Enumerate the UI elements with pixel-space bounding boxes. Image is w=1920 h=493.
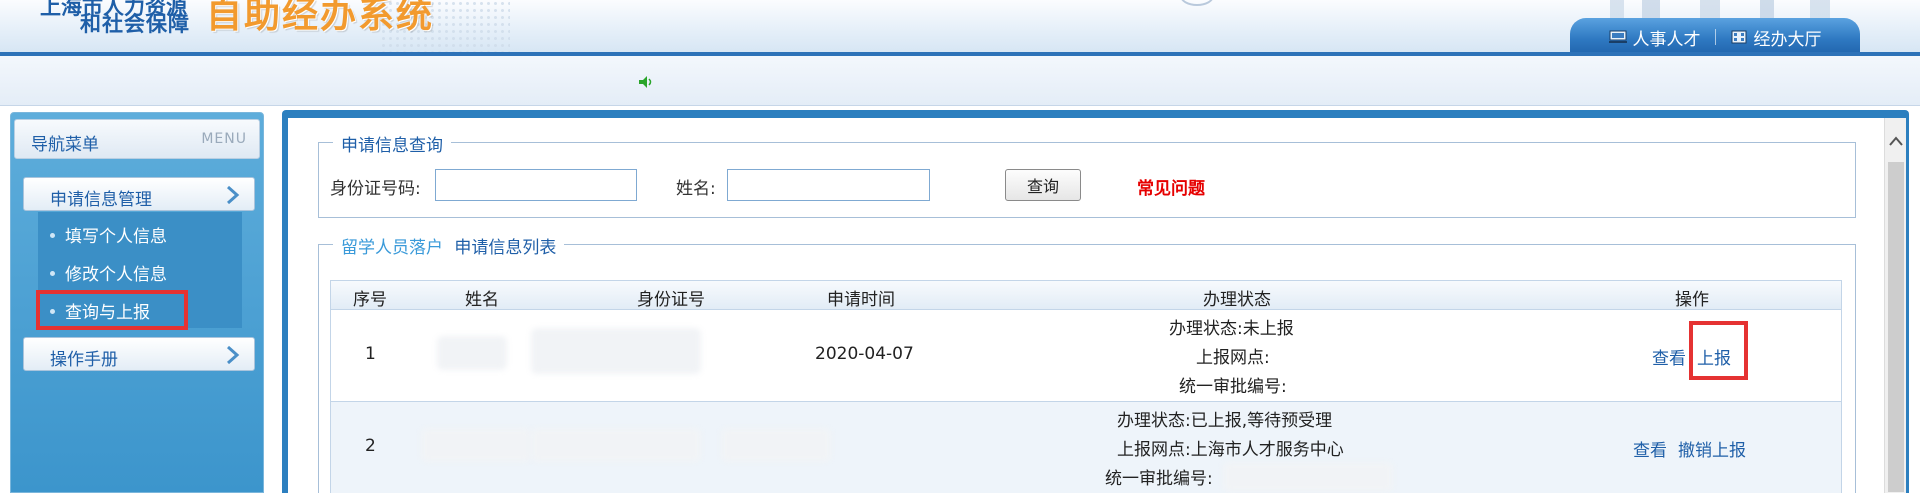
col-name: 姓名 bbox=[465, 290, 499, 310]
sidebar-item-edit-info[interactable]: 修改个人信息 bbox=[50, 260, 167, 285]
monitor-icon bbox=[1608, 30, 1627, 43]
top-tab-hall-label: 经办大厅 bbox=[1753, 29, 1822, 50]
redacted-date bbox=[721, 428, 831, 462]
app-window: 上海市人力资源 和社会保障 自助经办系统 人事人才 经办大厅 导航菜单 MENU… bbox=[0, 0, 1920, 493]
sidebar-title: 导航菜单 bbox=[31, 135, 99, 155]
scroll-up-icon[interactable] bbox=[1889, 136, 1903, 146]
chevron-right-icon bbox=[227, 345, 240, 365]
logo-line-2: 和社会保障 bbox=[80, 12, 190, 36]
row-status: 办理状态:已上报,等待预受理 bbox=[1117, 411, 1333, 431]
list-legend: 留学人员落户 申请信息列表 bbox=[333, 233, 565, 258]
row-approval-no: 统一审批编号: bbox=[1105, 469, 1213, 489]
query-legend: 申请信息查询 bbox=[333, 131, 451, 156]
sidebar-item-label: 填写个人信息 bbox=[65, 227, 167, 247]
faq-link[interactable]: 常见问题 bbox=[1137, 174, 1205, 199]
highlight-box bbox=[36, 290, 188, 330]
top-tab-personnel[interactable]: 人事人才 bbox=[1603, 25, 1707, 50]
system-title: 自助经办系统 bbox=[206, 0, 435, 36]
highlight-box bbox=[1689, 321, 1748, 380]
sidebar-item-fill-info[interactable]: 填写个人信息 bbox=[50, 222, 167, 247]
chevron-right-icon bbox=[227, 185, 240, 205]
col-status: 办理状态 bbox=[1203, 290, 1271, 310]
row-seq: 1 bbox=[365, 344, 376, 364]
tab-separator bbox=[1714, 29, 1716, 45]
scrollbar-thumb[interactable] bbox=[1888, 162, 1904, 492]
query-button[interactable]: 查询 bbox=[1005, 169, 1081, 201]
globe-icon bbox=[1180, 0, 1214, 6]
redacted-name bbox=[421, 428, 531, 462]
sidebar-header: 导航菜单 MENU bbox=[14, 119, 260, 159]
col-date: 申请时间 bbox=[827, 290, 895, 310]
name-label: 姓名: bbox=[676, 179, 716, 199]
sidebar-title-en: MENU bbox=[201, 131, 247, 147]
row-status: 办理状态:未上报 bbox=[1169, 319, 1294, 339]
vertical-scrollbar[interactable] bbox=[1884, 118, 1906, 493]
id-number-label: 身份证号码: bbox=[330, 179, 421, 199]
redacted-id bbox=[531, 428, 701, 462]
view-link[interactable]: 查看 bbox=[1633, 436, 1667, 461]
col-id: 身份证号 bbox=[637, 290, 705, 310]
list-legend-suffix: 申请信息列表 bbox=[454, 238, 557, 258]
col-actions: 操作 bbox=[1675, 290, 1709, 310]
row-outlet: 上报网点:上海市人才服务中心 bbox=[1117, 440, 1344, 460]
bullet-icon bbox=[50, 233, 55, 238]
top-nav: 人事人才 经办大厅 bbox=[1570, 18, 1860, 52]
top-tab-hall[interactable]: 经办大厅 bbox=[1724, 25, 1828, 50]
view-link[interactable]: 查看 bbox=[1652, 344, 1686, 369]
id-number-input[interactable] bbox=[435, 169, 637, 201]
speaker-icon bbox=[639, 76, 652, 88]
bullet-icon bbox=[50, 271, 55, 276]
top-tab-personnel-label: 人事人才 bbox=[1632, 29, 1701, 50]
col-seq: 序号 bbox=[353, 290, 387, 310]
sidebar-group-label: 操作手册 bbox=[50, 350, 118, 370]
sidebar-group-label: 申请信息管理 bbox=[50, 190, 152, 210]
redacted-id bbox=[531, 328, 701, 374]
row-approval-no: 统一审批编号: bbox=[1179, 377, 1287, 397]
redacted-name bbox=[437, 336, 507, 370]
table-row: 2 办理状态:已上报,等待预受理 上报网点:上海市人才服务中心 统一审批编号: … bbox=[330, 402, 1842, 493]
redacted-approval-no bbox=[1223, 462, 1393, 492]
sidebar-group-application[interactable]: 申请信息管理 bbox=[23, 177, 255, 211]
name-input[interactable] bbox=[727, 169, 930, 201]
cancel-report-link[interactable]: 撤销上报 bbox=[1678, 436, 1746, 461]
notice-bar bbox=[0, 56, 1920, 106]
row-seq: 2 bbox=[365, 436, 376, 456]
table-header: 序号 姓名 身份证号 申请时间 办理状态 操作 bbox=[330, 280, 1842, 310]
list-legend-prefix: 留学人员落户 bbox=[341, 238, 443, 258]
header-banner: 上海市人力资源 和社会保障 自助经办系统 人事人才 经办大厅 bbox=[0, 0, 1920, 56]
sidebar-group-manual[interactable]: 操作手册 bbox=[23, 337, 255, 371]
building-icon bbox=[1731, 30, 1746, 44]
row-date: 2020-04-07 bbox=[815, 344, 914, 364]
sidebar-item-label: 修改个人信息 bbox=[65, 265, 167, 285]
row-outlet: 上报网点: bbox=[1196, 348, 1270, 368]
table-row: 1 2020-04-07 办理状态:未上报 上报网点: 统一审批编号: 查看 上… bbox=[330, 310, 1842, 402]
